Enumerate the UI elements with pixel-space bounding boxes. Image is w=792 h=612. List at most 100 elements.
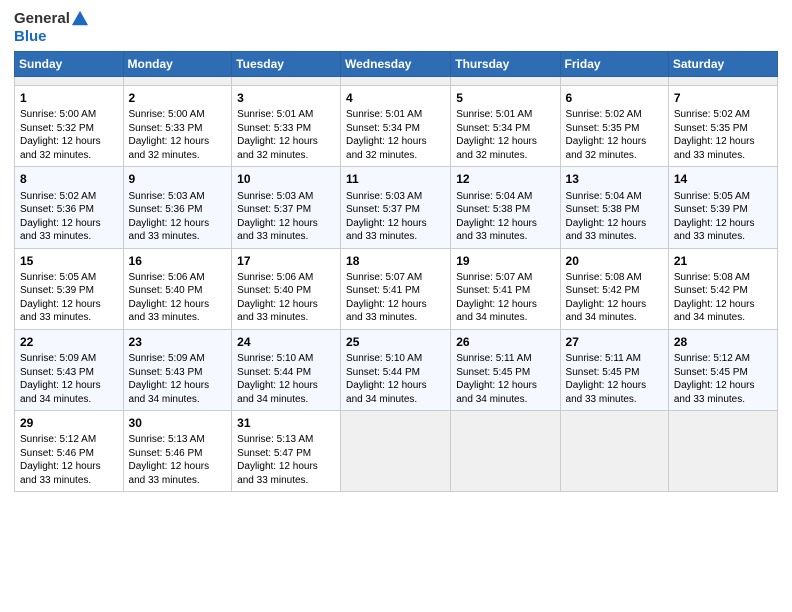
day-number: 1 bbox=[20, 90, 118, 106]
daylight-text: Daylight: 12 hours and 33 minutes. bbox=[346, 299, 427, 324]
calendar-cell: 1 Sunrise: 5:00 AM Sunset: 5:32 PM Dayli… bbox=[15, 86, 124, 167]
daylight-text: Daylight: 12 hours and 32 minutes. bbox=[20, 136, 101, 161]
col-tuesday: Tuesday bbox=[232, 52, 341, 77]
sunset-text: Sunset: 5:34 PM bbox=[456, 123, 530, 134]
day-number: 13 bbox=[566, 171, 663, 187]
daylight-text: Daylight: 12 hours and 33 minutes. bbox=[566, 218, 647, 243]
sunset-text: Sunset: 5:43 PM bbox=[20, 367, 94, 378]
sunrise-text: Sunrise: 5:04 AM bbox=[566, 191, 642, 202]
calendar-cell bbox=[341, 77, 451, 86]
calendar-week-row: 29 Sunrise: 5:12 AM Sunset: 5:46 PM Dayl… bbox=[15, 411, 778, 492]
calendar-cell: 23 Sunrise: 5:09 AM Sunset: 5:43 PM Dayl… bbox=[123, 329, 232, 410]
calendar-cell: 8 Sunrise: 5:02 AM Sunset: 5:36 PM Dayli… bbox=[15, 167, 124, 248]
daylight-text: Daylight: 12 hours and 33 minutes. bbox=[20, 299, 101, 324]
daylight-text: Daylight: 12 hours and 33 minutes. bbox=[129, 299, 210, 324]
day-number: 26 bbox=[456, 334, 554, 350]
calendar-week-row: 8 Sunrise: 5:02 AM Sunset: 5:36 PM Dayli… bbox=[15, 167, 778, 248]
sunrise-text: Sunrise: 5:11 AM bbox=[456, 353, 531, 364]
sunrise-text: Sunrise: 5:02 AM bbox=[20, 191, 96, 202]
daylight-text: Daylight: 12 hours and 33 minutes. bbox=[237, 218, 318, 243]
calendar-cell: 30 Sunrise: 5:13 AM Sunset: 5:46 PM Dayl… bbox=[123, 411, 232, 492]
sunset-text: Sunset: 5:45 PM bbox=[456, 367, 530, 378]
day-number: 29 bbox=[20, 415, 118, 431]
col-thursday: Thursday bbox=[451, 52, 560, 77]
sunset-text: Sunset: 5:36 PM bbox=[129, 204, 203, 215]
calendar-cell bbox=[15, 77, 124, 86]
sunrise-text: Sunrise: 5:02 AM bbox=[566, 109, 642, 120]
calendar-cell: 6 Sunrise: 5:02 AM Sunset: 5:35 PM Dayli… bbox=[560, 86, 668, 167]
sunset-text: Sunset: 5:36 PM bbox=[20, 204, 94, 215]
sunrise-text: Sunrise: 5:12 AM bbox=[20, 434, 96, 445]
calendar-cell bbox=[560, 411, 668, 492]
daylight-text: Daylight: 12 hours and 34 minutes. bbox=[129, 380, 210, 405]
day-number: 21 bbox=[674, 253, 772, 269]
calendar-cell bbox=[232, 77, 341, 86]
sunset-text: Sunset: 5:37 PM bbox=[237, 204, 311, 215]
sunset-text: Sunset: 5:35 PM bbox=[566, 123, 640, 134]
calendar-table: Sunday Monday Tuesday Wednesday Thursday… bbox=[14, 51, 778, 492]
sunrise-text: Sunrise: 5:07 AM bbox=[456, 272, 532, 283]
calendar-cell: 25 Sunrise: 5:10 AM Sunset: 5:44 PM Dayl… bbox=[341, 329, 451, 410]
calendar-cell: 2 Sunrise: 5:00 AM Sunset: 5:33 PM Dayli… bbox=[123, 86, 232, 167]
daylight-text: Daylight: 12 hours and 33 minutes. bbox=[346, 218, 427, 243]
day-number: 3 bbox=[237, 90, 335, 106]
day-number: 14 bbox=[674, 171, 772, 187]
sunset-text: Sunset: 5:45 PM bbox=[674, 367, 748, 378]
day-number: 16 bbox=[129, 253, 227, 269]
sunset-text: Sunset: 5:34 PM bbox=[346, 123, 420, 134]
calendar-cell: 19 Sunrise: 5:07 AM Sunset: 5:41 PM Dayl… bbox=[451, 248, 560, 329]
col-saturday: Saturday bbox=[668, 52, 777, 77]
page-container: General Blue Sunday Monday Tuesday Wedne… bbox=[0, 0, 792, 502]
day-number: 23 bbox=[129, 334, 227, 350]
day-number: 31 bbox=[237, 415, 335, 431]
calendar-cell bbox=[341, 411, 451, 492]
daylight-text: Daylight: 12 hours and 34 minutes. bbox=[456, 299, 537, 324]
calendar-cell: 31 Sunrise: 5:13 AM Sunset: 5:47 PM Dayl… bbox=[232, 411, 341, 492]
sunrise-text: Sunrise: 5:11 AM bbox=[566, 353, 641, 364]
sunrise-text: Sunrise: 5:13 AM bbox=[129, 434, 205, 445]
daylight-text: Daylight: 12 hours and 32 minutes. bbox=[566, 136, 647, 161]
daylight-text: Daylight: 12 hours and 34 minutes. bbox=[674, 299, 755, 324]
calendar-cell: 7 Sunrise: 5:02 AM Sunset: 5:35 PM Dayli… bbox=[668, 86, 777, 167]
sunrise-text: Sunrise: 5:09 AM bbox=[20, 353, 96, 364]
sunrise-text: Sunrise: 5:07 AM bbox=[346, 272, 422, 283]
sunset-text: Sunset: 5:46 PM bbox=[129, 448, 203, 459]
day-number: 7 bbox=[674, 90, 772, 106]
sunset-text: Sunset: 5:44 PM bbox=[346, 367, 420, 378]
sunset-text: Sunset: 5:37 PM bbox=[346, 204, 420, 215]
calendar-cell: 5 Sunrise: 5:01 AM Sunset: 5:34 PM Dayli… bbox=[451, 86, 560, 167]
daylight-text: Daylight: 12 hours and 33 minutes. bbox=[674, 218, 755, 243]
calendar-cell: 17 Sunrise: 5:06 AM Sunset: 5:40 PM Dayl… bbox=[232, 248, 341, 329]
calendar-cell bbox=[451, 77, 560, 86]
sunset-text: Sunset: 5:38 PM bbox=[566, 204, 640, 215]
logo: General Blue bbox=[14, 10, 90, 45]
sunset-text: Sunset: 5:41 PM bbox=[346, 285, 420, 296]
col-sunday: Sunday bbox=[15, 52, 124, 77]
sunset-text: Sunset: 5:38 PM bbox=[456, 204, 530, 215]
sunset-text: Sunset: 5:39 PM bbox=[20, 285, 94, 296]
sunrise-text: Sunrise: 5:09 AM bbox=[129, 353, 205, 364]
daylight-text: Daylight: 12 hours and 32 minutes. bbox=[237, 136, 318, 161]
calendar-cell: 10 Sunrise: 5:03 AM Sunset: 5:37 PM Dayl… bbox=[232, 167, 341, 248]
sunset-text: Sunset: 5:42 PM bbox=[674, 285, 748, 296]
sunrise-text: Sunrise: 5:03 AM bbox=[237, 191, 313, 202]
sunrise-text: Sunrise: 5:03 AM bbox=[346, 191, 422, 202]
logo-blue-text: Blue bbox=[14, 28, 90, 45]
day-number: 18 bbox=[346, 253, 445, 269]
day-number: 19 bbox=[456, 253, 554, 269]
daylight-text: Daylight: 12 hours and 32 minutes. bbox=[129, 136, 210, 161]
daylight-text: Daylight: 12 hours and 33 minutes. bbox=[20, 461, 101, 486]
day-number: 8 bbox=[20, 171, 118, 187]
calendar-cell: 15 Sunrise: 5:05 AM Sunset: 5:39 PM Dayl… bbox=[15, 248, 124, 329]
daylight-text: Daylight: 12 hours and 33 minutes. bbox=[237, 299, 318, 324]
daylight-text: Daylight: 12 hours and 34 minutes. bbox=[237, 380, 318, 405]
day-number: 15 bbox=[20, 253, 118, 269]
sunset-text: Sunset: 5:35 PM bbox=[674, 123, 748, 134]
calendar-week-row: 22 Sunrise: 5:09 AM Sunset: 5:43 PM Dayl… bbox=[15, 329, 778, 410]
sunset-text: Sunset: 5:42 PM bbox=[566, 285, 640, 296]
sunrise-text: Sunrise: 5:01 AM bbox=[456, 109, 532, 120]
sunrise-text: Sunrise: 5:02 AM bbox=[674, 109, 750, 120]
sunset-text: Sunset: 5:46 PM bbox=[20, 448, 94, 459]
col-monday: Monday bbox=[123, 52, 232, 77]
day-number: 28 bbox=[674, 334, 772, 350]
